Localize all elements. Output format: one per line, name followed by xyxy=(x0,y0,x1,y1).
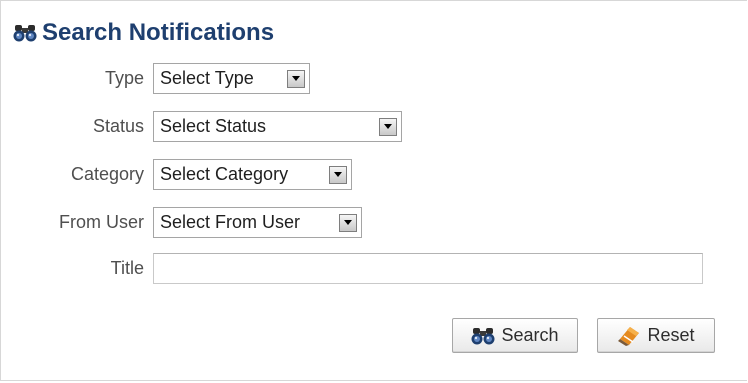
category-select[interactable]: Select Category xyxy=(153,159,352,190)
chevron-down-icon[interactable] xyxy=(339,213,357,232)
page-title: Search Notifications xyxy=(42,19,275,46)
search-button-label: Search xyxy=(501,325,559,345)
status-select-value: Select Status xyxy=(160,116,267,136)
chevron-down-icon[interactable] xyxy=(379,117,397,136)
title-row: Title xyxy=(1,253,703,284)
panel-header: Search Notifications xyxy=(13,17,274,49)
status-label: Status xyxy=(92,116,144,136)
type-select-value: Select Type xyxy=(160,68,254,88)
binoculars-icon xyxy=(13,22,37,44)
category-select-value: Select Category xyxy=(160,164,289,184)
chevron-down-icon[interactable] xyxy=(287,69,305,88)
title-label: Title xyxy=(110,258,144,278)
from-user-select[interactable]: Select From User xyxy=(153,207,362,238)
from-user-select-value: Select From User xyxy=(160,212,301,232)
eraser-icon xyxy=(617,325,641,347)
category-label: Category xyxy=(70,164,144,184)
type-select[interactable]: Select Type xyxy=(153,63,310,94)
binoculars-icon xyxy=(471,325,495,347)
reset-button-label: Reset xyxy=(647,325,695,345)
search-notifications-panel: Search Notifications Type Select Type St… xyxy=(0,0,747,381)
status-select[interactable]: Select Status xyxy=(153,111,402,142)
reset-button[interactable]: Reset xyxy=(597,318,715,353)
status-row: Status Select Status xyxy=(1,111,402,142)
type-label: Type xyxy=(104,68,144,88)
search-button[interactable]: Search xyxy=(452,318,578,353)
type-row: Type Select Type xyxy=(1,63,310,94)
chevron-down-icon[interactable] xyxy=(329,165,347,184)
from-user-label: From User xyxy=(59,212,144,232)
category-row: Category Select Category xyxy=(1,159,352,190)
from-user-row: From User Select From User xyxy=(1,207,362,238)
title-input[interactable] xyxy=(153,253,703,284)
